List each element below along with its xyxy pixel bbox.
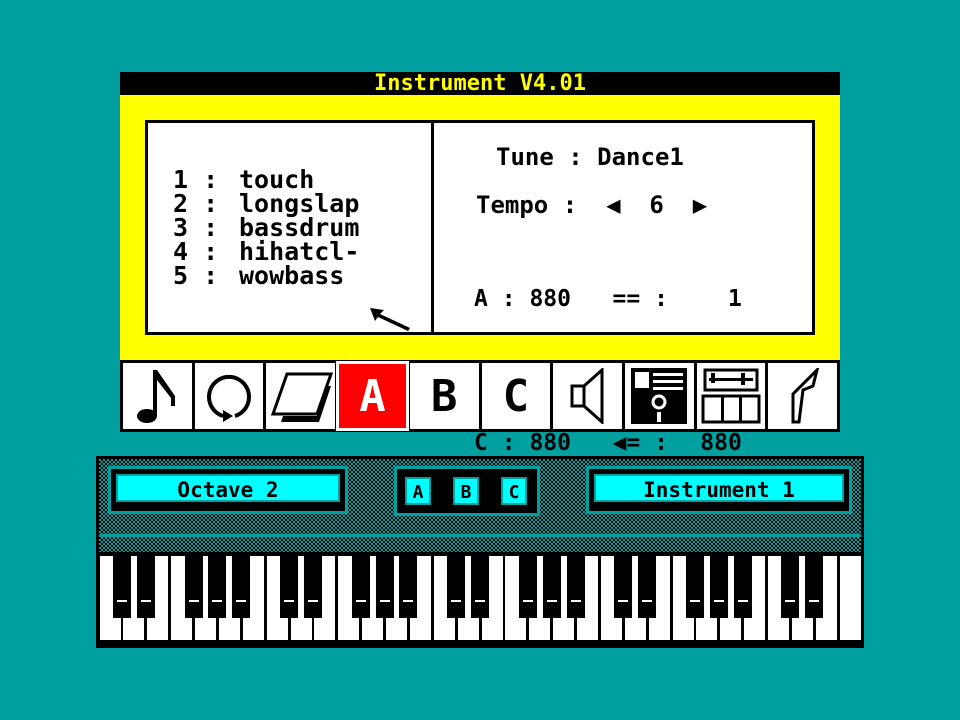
black-key[interactable] — [518, 556, 537, 618]
info-panel: 1 : touch 2 : longslap 3 : bassdrum 4 : hiha… — [145, 120, 815, 455]
keyboard-channel-b-button[interactable]: B — [453, 477, 479, 505]
music-note-icon — [137, 370, 176, 423]
song-info-button[interactable] — [624, 363, 694, 429]
black-key[interactable] — [685, 556, 704, 618]
disk-icon — [270, 372, 333, 422]
tempo-value: 6 — [649, 191, 664, 219]
tune-label: Tune : — [496, 143, 583, 171]
channel-value: 880 — [529, 286, 571, 312]
channel-value: 880 — [529, 430, 571, 456]
channel-count: 1 — [727, 286, 742, 312]
black-key[interactable] — [399, 556, 418, 618]
item-number: 5 — [173, 261, 189, 290]
instrument-window: Instrument V4.01 1 : touch 2 : longslap 3 … — [120, 71, 840, 455]
black-key[interactable] — [208, 556, 227, 618]
disk-button[interactable] — [266, 363, 336, 429]
channel-a-button[interactable]: A — [336, 361, 409, 431]
instrument-list: 1 : touch 2 : longslap 3 : bassdrum 4 : hiha… — [173, 167, 359, 290]
keyboard-panel: Octave 2 A B C Instrument 1 — [96, 456, 864, 648]
channel-row: A : 880 == : 1 — [474, 286, 742, 312]
mixer-button[interactable] — [696, 363, 766, 429]
toolbar: A B C — [120, 360, 840, 432]
black-key[interactable] — [375, 556, 394, 618]
black-key[interactable] — [638, 556, 657, 618]
mixer-icon — [701, 368, 761, 424]
octave-box: Octave 2 — [108, 466, 348, 514]
black-key[interactable] — [280, 556, 298, 618]
loop-button[interactable] — [194, 363, 264, 429]
divider-stripe — [99, 534, 861, 537]
mouse-cursor-icon — [370, 308, 410, 331]
tempo-increase-button[interactable]: ▶ — [693, 191, 707, 219]
black-key[interactable] — [614, 556, 633, 618]
speaker-icon — [570, 368, 604, 424]
channel-c-button[interactable]: C — [481, 363, 551, 429]
item-name: wowbass — [239, 261, 345, 290]
black-key[interactable] — [351, 556, 370, 618]
window-frame: 1 : touch 2 : longslap 3 : bassdrum 4 : hiha… — [120, 95, 840, 455]
black-key[interactable] — [805, 556, 824, 618]
tune-name[interactable]: Dance1 — [597, 143, 684, 171]
black-key[interactable] — [184, 556, 203, 618]
black-key[interactable] — [136, 556, 155, 618]
instrument-display[interactable]: Instrument 1 — [594, 474, 844, 502]
panel-divider — [431, 123, 434, 332]
tempo-label: Tempo : — [476, 191, 578, 219]
black-key[interactable] — [232, 556, 251, 618]
white-key[interactable] — [839, 556, 861, 640]
channel-count: 880 — [700, 430, 742, 456]
channel-row: C : 880 ◀= : 880 — [474, 430, 742, 456]
keyboard-channel-a-button[interactable]: A — [405, 477, 431, 505]
black-key[interactable] — [542, 556, 561, 618]
instrument-box: Instrument 1 — [586, 466, 852, 514]
black-key[interactable] — [781, 556, 800, 618]
black-key[interactable] — [303, 556, 322, 618]
octave-display[interactable]: Octave 2 — [116, 474, 340, 502]
loop-icon — [207, 375, 252, 422]
keyboard-channel-c-button[interactable]: C — [501, 477, 527, 505]
black-key[interactable] — [447, 556, 466, 618]
channel-b-button[interactable]: B — [409, 363, 479, 429]
window-title: Instrument V4.01 — [374, 71, 586, 96]
tempo-decrease-button[interactable]: ◀ — [606, 191, 620, 219]
document-icon — [631, 368, 688, 424]
speaker-button[interactable] — [553, 363, 622, 429]
piano-keyboard — [98, 556, 862, 644]
black-key[interactable] — [566, 556, 585, 618]
channel-selector: A B C — [394, 466, 540, 516]
black-key[interactable] — [709, 556, 728, 618]
note-button[interactable] — [123, 363, 192, 429]
black-key[interactable] — [112, 556, 131, 618]
list-item[interactable]: 5 : wowbass — [173, 261, 359, 290]
black-key[interactable] — [733, 556, 752, 618]
quill-icon — [791, 368, 819, 424]
tune-info: Tune : Dance1 Tempo : ◀ 6 ▶ A : 880 == :… — [438, 123, 813, 455]
quill-button[interactable] — [768, 363, 838, 429]
black-key[interactable] — [471, 556, 489, 618]
